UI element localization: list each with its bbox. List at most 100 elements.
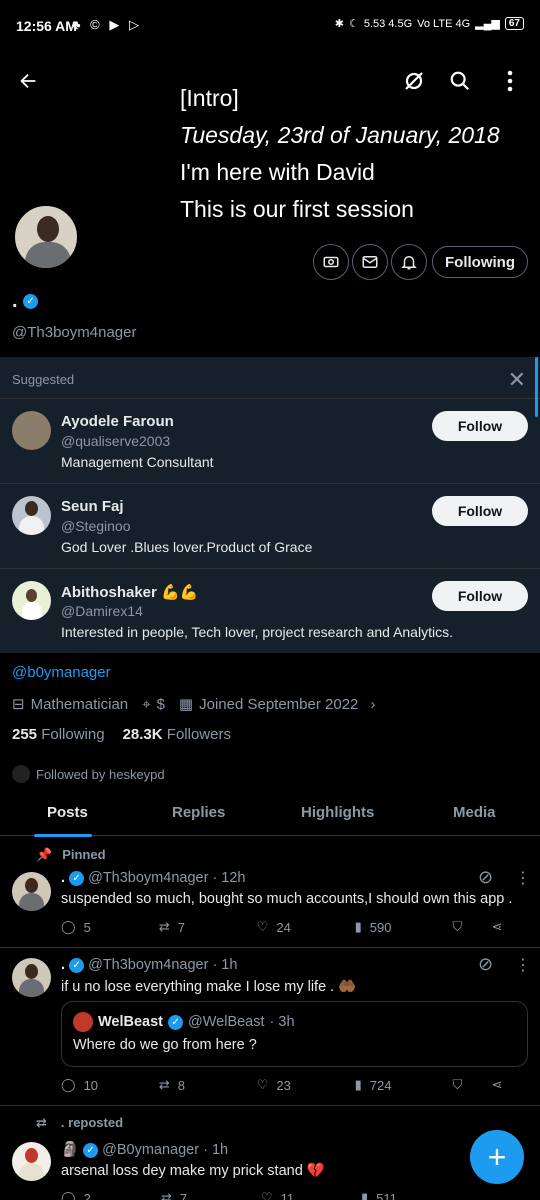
post-author-handle: @Th3boym4nager xyxy=(88,870,209,886)
more-vertical-icon[interactable]: ⋮ xyxy=(515,868,531,888)
suggested-panel: Suggested ✕ Ayodele Faroun @qualiserve20… xyxy=(0,357,540,653)
quoted-post-text: Where do we go from here ? xyxy=(73,1037,257,1053)
reply-count: 2 xyxy=(83,1190,91,1200)
quoted-post[interactable]: WelBeast ✓ @WelBeast · 3h Where do we go… xyxy=(61,1001,528,1067)
following-stat[interactable]: 255 Following xyxy=(12,726,105,743)
tab-posts[interactable]: Posts xyxy=(47,804,88,821)
profile-avatar[interactable] xyxy=(12,203,80,271)
close-suggested-button[interactable]: ✕ xyxy=(508,367,526,393)
suggested-user-name: Abithoshaker 💪💪 xyxy=(61,584,199,601)
signal-icon: ▂▄▆ xyxy=(475,18,500,30)
share-button[interactable]: ⋖ xyxy=(492,919,521,935)
bookmark-button[interactable]: ⛉ xyxy=(453,919,492,935)
repost-icon: ⇄ xyxy=(158,1077,170,1092)
suggested-user[interactable]: Abithoshaker 💪💪 @Damirex14 Interested in… xyxy=(0,568,540,653)
intro-line: [Intro] xyxy=(180,85,239,111)
followers-count: 28.3K xyxy=(122,726,163,743)
bookmark-button[interactable]: ⛉ xyxy=(453,1077,492,1093)
briefcase-icon: ⊟ xyxy=(12,696,25,713)
reply-icon: ◯ xyxy=(61,1190,76,1200)
followers-label: Followers xyxy=(166,726,231,743)
repost-count: 8 xyxy=(177,1077,186,1093)
tab-highlights[interactable]: Highlights xyxy=(301,804,374,821)
profile-banner-text: [Intro] Tuesday, 23rd of January, 2018 I… xyxy=(180,80,500,228)
back-button[interactable] xyxy=(8,61,48,101)
post-header: 🗿 ✓ @B0ymanager · 1h xyxy=(61,1141,228,1158)
suggested-user-bio: Interested in people, Tech lover, projec… xyxy=(61,624,453,640)
status-time: 12:56 AM xyxy=(16,18,77,34)
repost-button[interactable]: ⇄ 7 xyxy=(159,919,257,935)
views-button[interactable]: ▮ 724 xyxy=(355,1077,453,1093)
post-author-name[interactable]: . xyxy=(61,870,65,886)
grok-icon[interactable]: ⊘ xyxy=(478,867,493,888)
post-time: · 12h xyxy=(212,870,246,886)
reply-button[interactable]: ◯ 10 xyxy=(61,1077,159,1093)
followed-by-row[interactable]: Followed by heskeypd xyxy=(12,765,165,783)
suggested-user-bio: Management Consultant xyxy=(61,454,214,470)
reply-count: 10 xyxy=(83,1077,99,1093)
post-author-name[interactable]: . xyxy=(61,957,65,973)
suggested-user[interactable]: Seun Faj @Steginoo God Lover .Blues love… xyxy=(0,483,540,568)
bookmark-icon: ⛉ xyxy=(452,1077,463,1092)
post-time: · 1h xyxy=(203,1142,229,1158)
grok-icon[interactable]: ⊘ xyxy=(478,954,493,975)
reply-button[interactable]: ◯ 5 xyxy=(61,919,159,935)
profile-tabs: Posts Replies Highlights Media xyxy=(0,790,540,836)
share-icon: ⋖ xyxy=(491,919,503,934)
share-button[interactable]: ⋖ xyxy=(492,1077,521,1093)
reply-count: 5 xyxy=(83,919,91,935)
analytics-icon: ▮ xyxy=(361,1190,369,1200)
follow-button[interactable]: Follow xyxy=(432,411,528,441)
moon-icon: ☾ xyxy=(348,18,359,30)
subscribe-button[interactable] xyxy=(313,244,349,280)
following-button[interactable]: Following xyxy=(432,246,528,278)
views-button[interactable]: ▮ 511 xyxy=(361,1190,461,1200)
quoted-post-time: · 3h xyxy=(269,1014,295,1030)
follow-button[interactable]: Follow xyxy=(432,496,528,526)
notify-button[interactable] xyxy=(391,244,427,280)
avatar[interactable] xyxy=(12,872,51,911)
chevron-right-icon[interactable]: › xyxy=(370,696,375,713)
avatar xyxy=(73,1012,93,1032)
compose-post-button[interactable]: + xyxy=(470,1130,524,1184)
like-button[interactable]: ♡ 23 xyxy=(257,1077,355,1093)
message-button[interactable] xyxy=(352,244,388,280)
location-pin-icon: ⌖ xyxy=(142,695,151,713)
like-count: 23 xyxy=(276,1077,291,1093)
post-header: . ✓ @Th3boym4nager · 1h xyxy=(61,957,237,973)
avatar xyxy=(12,411,51,450)
repost-button[interactable]: ⇄ 8 xyxy=(159,1077,257,1093)
tab-replies[interactable]: Replies xyxy=(172,804,225,821)
analytics-icon: ▮ xyxy=(354,1077,362,1092)
analytics-icon: ▮ xyxy=(354,919,362,934)
pin-icon: 📌 xyxy=(36,847,53,862)
follow-button[interactable]: Follow xyxy=(432,581,528,611)
view-count: 724 xyxy=(369,1077,392,1093)
like-button[interactable]: ♡ 11 xyxy=(261,1190,361,1200)
post[interactable]: 📌 Pinned . ✓ @Th3boym4nager · 12h ⊘ ⋮ su… xyxy=(0,837,540,948)
followed-by-text: Followed by heskeypd xyxy=(36,766,165,782)
tab-media[interactable]: Media xyxy=(453,804,496,821)
intro-line: Tuesday, 23rd of January, 2018 xyxy=(180,122,500,148)
post-author-name[interactable]: 🗿 xyxy=(61,1142,79,1158)
envelope-icon xyxy=(362,256,378,268)
like-button[interactable]: ♡ 24 xyxy=(257,919,355,935)
quoted-author-handle: @WelBeast xyxy=(188,1014,265,1030)
profile-handle: @Th3boym4nager xyxy=(12,324,137,341)
reply-button[interactable]: ◯ 2 xyxy=(61,1190,161,1200)
battery-icon: 67 xyxy=(504,17,524,30)
suggested-user[interactable]: Ayodele Faroun @qualiserve2003 Managemen… xyxy=(0,398,540,483)
more-vertical-icon[interactable]: ⋮ xyxy=(515,955,531,975)
following-count: 255 xyxy=(12,726,38,743)
repost-count: 7 xyxy=(179,1190,188,1200)
profile-bio-link[interactable]: @b0ymanager xyxy=(12,664,111,681)
repost-button[interactable]: ⇄ 7 xyxy=(161,1190,261,1200)
repost-icon: ⇄ xyxy=(158,919,170,934)
post-header: . ✓ @Th3boym4nager · 12h xyxy=(61,870,246,886)
avatar[interactable] xyxy=(12,958,51,997)
avatar[interactable] xyxy=(12,1142,51,1181)
post[interactable]: ⇄ . reposted 🗿 ✓ @B0ymanager · 1h arsena… xyxy=(0,1106,540,1200)
views-button[interactable]: ▮ 590 xyxy=(355,919,453,935)
panel-scrollbar[interactable] xyxy=(535,357,538,417)
followers-stat[interactable]: 28.3K Followers xyxy=(123,726,231,743)
